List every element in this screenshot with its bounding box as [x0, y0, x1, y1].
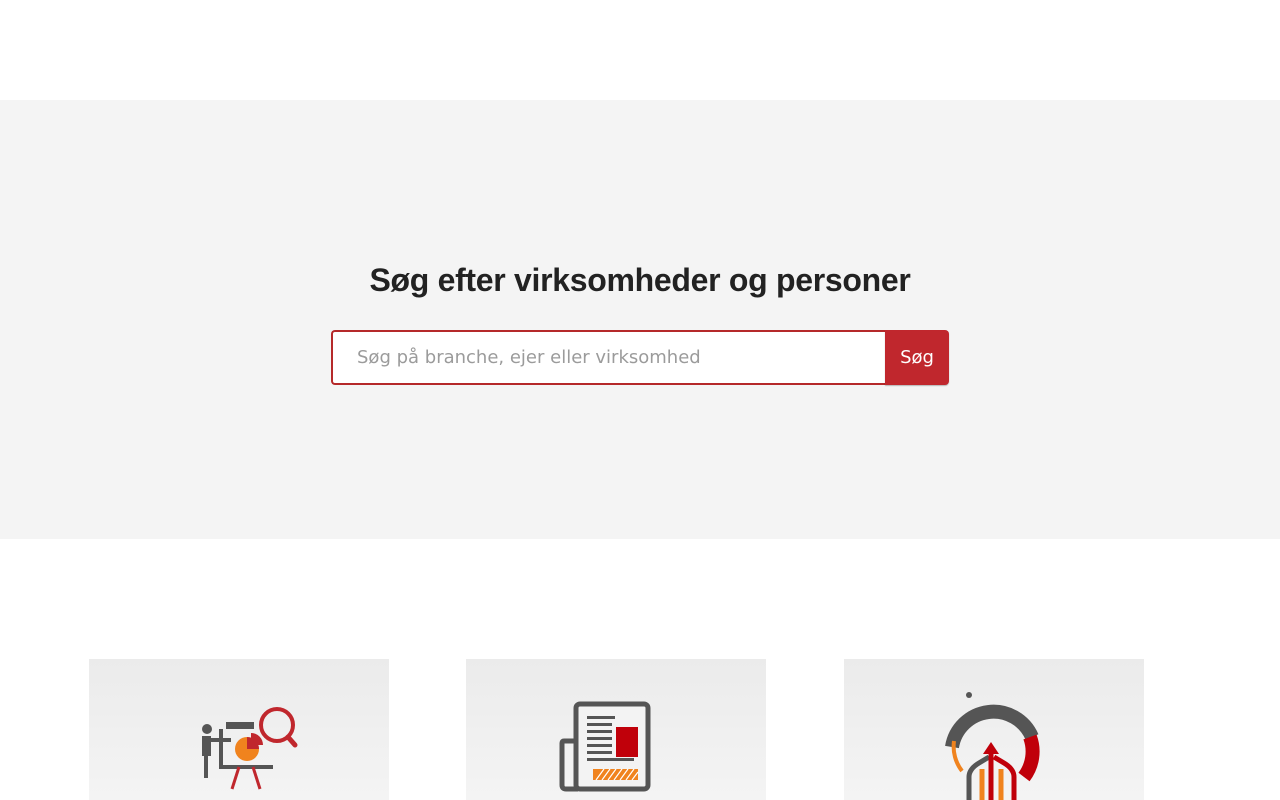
feature-card-analysis[interactable] — [89, 659, 389, 800]
presentation-analysis-icon — [202, 707, 298, 790]
feature-cards — [0, 659, 1280, 800]
top-header — [0, 0, 1280, 100]
newspaper-icon — [559, 701, 651, 792]
feature-card-news[interactable] — [466, 659, 766, 800]
feature-card-growth[interactable] — [844, 659, 1144, 800]
search-hero: Søg efter virksomheder og personer Søg — [0, 100, 1280, 539]
page-title: Søg efter virksomheder og personer — [369, 262, 911, 298]
search-input[interactable] — [331, 330, 885, 385]
search-form: Søg — [331, 330, 949, 385]
growth-arrows-gauge-icon — [945, 692, 1040, 800]
search-button[interactable]: Søg — [885, 330, 949, 385]
